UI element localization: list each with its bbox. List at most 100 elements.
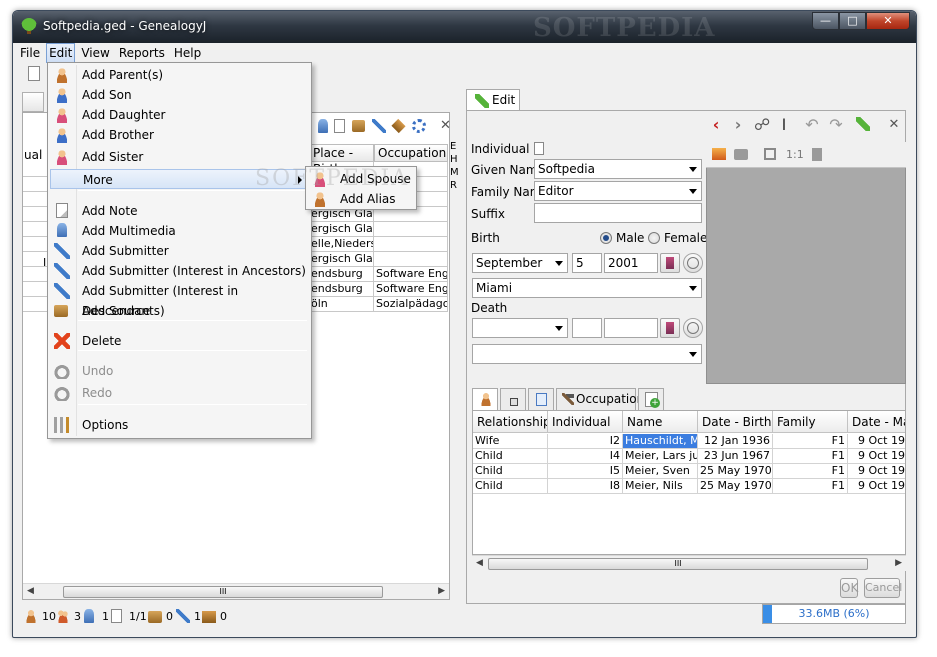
image-panel[interactable] (706, 142, 906, 384)
birth-month-combo[interactable]: September (472, 253, 568, 273)
calendar-button[interactable] (660, 253, 680, 273)
menu-item-add-alias[interactable]: Add Alias (308, 189, 414, 209)
occupation-cell[interactable]: Software Engin (374, 282, 448, 297)
birth-place-cell[interactable]: ergisch Gladb (309, 222, 374, 237)
menu-item-add-submitter-interest-in-ancestors[interactable]: Add Submitter (Interest in Ancestors) (50, 261, 309, 281)
occupation-cell[interactable] (374, 222, 448, 237)
death-month-combo[interactable] (472, 318, 568, 338)
menu-edit[interactable]: Edit (46, 43, 76, 63)
death-year-field[interactable] (604, 318, 658, 338)
close-editor-icon[interactable]: ✕ (886, 117, 902, 133)
relationship-cell[interactable]: Child (473, 479, 548, 494)
scroll-thumb[interactable]: III (63, 586, 383, 598)
scroll-thumb[interactable]: III (488, 558, 868, 570)
female-radio[interactable] (648, 232, 660, 244)
tab-relationships[interactable] (472, 388, 498, 410)
menu-item-add-source[interactable]: Add Source (50, 301, 309, 321)
column-header-place-birth[interactable]: Place - Birth (309, 144, 374, 176)
birth-date-cell[interactable]: 25 May 1970 (698, 479, 773, 494)
individual-cell[interactable]: I4 (548, 449, 623, 464)
relationship-cell[interactable]: Child (473, 464, 548, 479)
birth-place-cell[interactable]: endsburg (309, 267, 374, 282)
birth-day-field[interactable]: 5 (572, 253, 602, 273)
text-cursor-icon[interactable]: I (776, 117, 792, 133)
name-cell[interactable]: Meier, Lars jun. (623, 449, 698, 464)
column-header-occupation[interactable]: Occupation (374, 144, 448, 162)
name-cell[interactable]: Hauschildt, Mac (623, 434, 698, 449)
family-cell[interactable]: F1 (773, 449, 848, 464)
camera-icon[interactable] (734, 149, 748, 160)
family-cell[interactable]: F1 (773, 479, 848, 494)
family-cell[interactable]: F1 (773, 434, 848, 449)
column-header-date-marriage[interactable]: Date - Mar (848, 411, 905, 433)
redo-icon[interactable]: ↷ (828, 117, 844, 133)
individual-cell[interactable]: I5 (548, 464, 623, 479)
table-row-lead[interactable] (23, 252, 47, 267)
delete-image-icon[interactable] (812, 148, 822, 161)
note-icon[interactable] (334, 119, 345, 133)
menu-item-add-parent-s[interactable]: Add Parent(s) (50, 65, 309, 85)
fit-icon[interactable] (764, 148, 776, 160)
column-header-name[interactable]: Name (623, 411, 698, 433)
menu-item-add-multimedia[interactable]: Add Multimedia (50, 221, 309, 241)
occupation-cell[interactable]: Software Engin (374, 267, 448, 282)
name-cell[interactable]: Meier, Nils (623, 479, 698, 494)
death-place-combo[interactable] (472, 344, 702, 364)
family-name-combo[interactable]: Editor (534, 181, 702, 201)
menu-view[interactable]: View (78, 44, 112, 62)
birth-place-cell[interactable]: elle,Niedersa (309, 237, 374, 252)
relationship-cell[interactable]: Wife (473, 434, 548, 449)
table-row-lead[interactable] (23, 177, 47, 192)
column-header-family[interactable]: Family (773, 411, 848, 433)
individual-cell[interactable]: I2 (548, 434, 623, 449)
occupation-cell[interactable] (374, 252, 448, 267)
cancel-button[interactable]: Cancel (864, 578, 902, 598)
table-row-lead[interactable] (23, 237, 47, 252)
marriage-date-cell[interactable]: 9 Oct 19 (848, 449, 905, 464)
birth-place-combo[interactable]: Miami (472, 278, 702, 298)
column-header-date-birth[interactable]: Date - Birth (698, 411, 773, 433)
menu-item-add-brother[interactable]: Add Brother (50, 125, 309, 145)
memory-indicator[interactable]: 33.6MB (6%) (762, 604, 906, 624)
settings-icon[interactable] (412, 119, 426, 133)
table-row-lead[interactable] (23, 267, 47, 282)
menu-item-add-son[interactable]: Add Son (50, 85, 309, 105)
table-row-lead[interactable] (23, 297, 47, 312)
menu-item-options[interactable]: Options (50, 415, 309, 435)
menu-item-add-submitter[interactable]: Add Submitter (50, 241, 309, 261)
marriage-date-cell[interactable]: 9 Oct 19 (848, 434, 905, 449)
minimize-button[interactable]: — (812, 12, 839, 30)
back-icon[interactable]: ‹ (708, 117, 724, 133)
ok-button[interactable]: OK (840, 578, 858, 598)
table-row-lead[interactable] (23, 207, 47, 222)
menu-item-add-note[interactable]: Add Note (50, 201, 309, 221)
table-row-lead[interactable] (23, 282, 47, 297)
birth-date-cell[interactable]: 12 Jan 1936 (698, 434, 773, 449)
scroll-right-arrow[interactable]: ▶ (895, 558, 902, 568)
menu-item-add-daughter[interactable]: Add Daughter (50, 105, 309, 125)
scroll-left-arrow[interactable]: ◀ (476, 558, 483, 568)
occupation-cell[interactable] (374, 237, 448, 252)
scroll-left-arrow[interactable]: ◀ (27, 586, 34, 596)
birth-place-cell[interactable]: endsburg (309, 282, 374, 297)
note-icon[interactable] (534, 142, 544, 155)
tab-occupation[interactable]: Occupation (556, 388, 644, 410)
close-view-icon[interactable]: ✕ (440, 118, 451, 133)
tab-documents[interactable] (528, 388, 554, 410)
menu-help[interactable]: Help (171, 44, 204, 62)
tab-add-property[interactable]: + (638, 388, 664, 410)
suffix-field[interactable] (534, 203, 702, 223)
submitter-icon[interactable] (372, 119, 386, 133)
date-format-button[interactable] (683, 318, 703, 338)
calendar-button[interactable] (660, 318, 680, 338)
birth-place-cell[interactable]: öln (309, 297, 374, 312)
undo-icon[interactable]: ↶ (804, 117, 820, 133)
title-bar[interactable]: Softpedia.ged - GenealogyJ SOFTPEDIA — □… (13, 11, 916, 43)
source-icon[interactable] (352, 120, 365, 132)
name-cell[interactable]: Meier, Sven (623, 464, 698, 479)
relationships-hscrollbar[interactable]: ◀ III ▶ (472, 555, 906, 571)
tab-edit[interactable]: Edit (466, 89, 520, 111)
left-hscrollbar[interactable]: ◀ III ▶ (23, 583, 449, 599)
table-row-lead[interactable] (23, 162, 47, 177)
tab-events[interactable] (500, 388, 526, 410)
